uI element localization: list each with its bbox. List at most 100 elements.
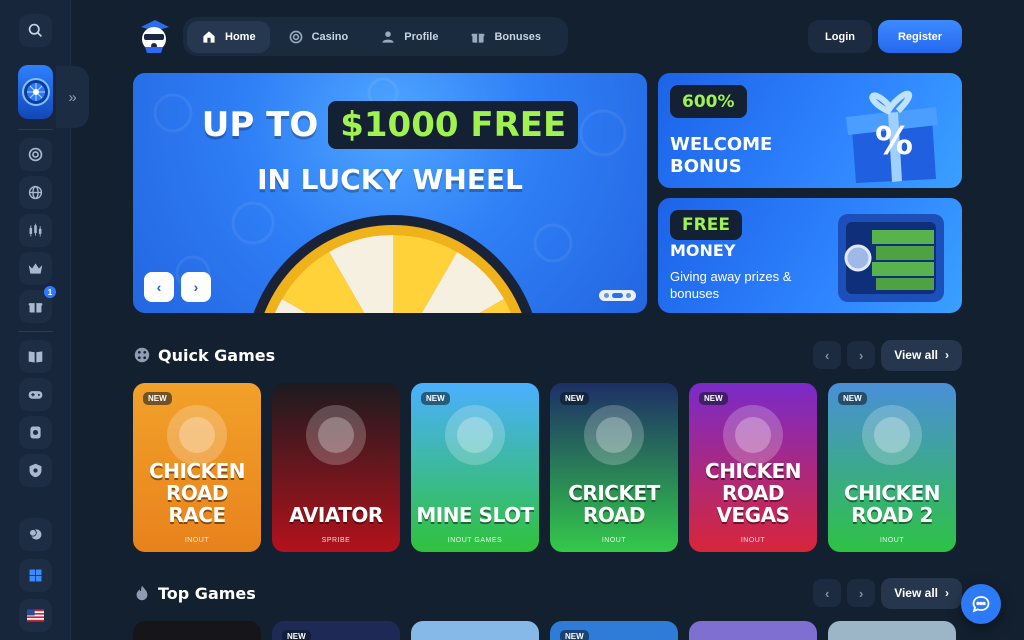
sidebar-item-windows-app[interactable] <box>19 559 52 592</box>
game-card[interactable]: NEW CHICKEN ROAD RACE INOUT <box>133 383 261 552</box>
game-card[interactable]: NEW <box>550 621 678 640</box>
sidebar-item-games[interactable] <box>19 378 52 411</box>
game-provider: INOUT <box>601 537 627 544</box>
game-artwork <box>306 405 366 465</box>
promo-percent: 600% <box>670 85 747 118</box>
fire-icon <box>136 585 148 601</box>
game-card[interactable] <box>133 621 261 640</box>
carousel-dot[interactable] <box>626 293 631 298</box>
casino-chip-icon <box>289 30 302 43</box>
carousel-indicator[interactable] <box>599 290 636 301</box>
crown-icon <box>28 263 43 274</box>
sidebar: » 1 <box>0 0 89 640</box>
game-provider: SPRIBE <box>321 537 351 544</box>
gift-icon <box>472 33 485 43</box>
hero-headline-prefix: UP TO <box>201 105 319 145</box>
game-provider: INOUT GAMES <box>447 537 503 544</box>
lucky-wheel-button[interactable] <box>18 65 53 119</box>
game-card[interactable]: NEW CHICKEN ROAD VEGAS INOUT <box>689 383 817 552</box>
notification-badge: 1 <box>44 286 56 298</box>
sidebar-item-guide[interactable] <box>19 340 52 373</box>
game-provider: INOUT <box>184 537 210 544</box>
sidebar-item-security[interactable] <box>19 454 52 487</box>
home-icon <box>203 30 215 43</box>
top-games-next-button[interactable]: › <box>847 579 876 607</box>
quick-games-next-button[interactable]: › <box>847 341 876 369</box>
sidebar-item-trading[interactable] <box>19 214 52 247</box>
login-button[interactable]: Login <box>808 20 872 53</box>
game-title: CHICKEN ROAD RACE <box>149 459 245 527</box>
hero-next-button[interactable]: › <box>181 272 211 302</box>
hero-banner[interactable]: UP TO $1000 FREE IN LUCKY WHEEL ‹ › <box>133 73 647 313</box>
chat-icon <box>972 596 990 613</box>
quick-games-header: Quick Games ‹ › View all › <box>133 339 962 371</box>
hero-prev-button[interactable]: ‹ <box>144 272 174 302</box>
top-games-prev-button[interactable]: ‹ <box>813 579 842 607</box>
game-provider: INOUT <box>740 537 766 544</box>
new-badge: NEW <box>560 392 589 405</box>
site-logo[interactable] <box>135 17 173 55</box>
gamepad-icon <box>28 391 43 399</box>
sidebar-item-casino[interactable] <box>19 138 52 171</box>
chevron-right-icon: › <box>945 348 949 362</box>
search-button[interactable] <box>19 14 52 47</box>
nav-home[interactable]: Home <box>187 20 270 53</box>
hero-amount: $1000 FREE <box>328 101 579 149</box>
nav-home-label: Home <box>225 30 256 43</box>
lucky-wheel-illustration <box>253 215 533 313</box>
new-badge: NEW <box>699 392 728 405</box>
game-card[interactable]: NEW <box>272 621 400 640</box>
us-flag-icon <box>27 609 44 622</box>
carousel-dot[interactable] <box>604 293 609 298</box>
language-selector[interactable] <box>19 599 52 632</box>
top-games-header: Top Games ‹ › View all › <box>133 577 962 609</box>
game-card[interactable]: NEW CRICKET ROAD INOUT <box>550 383 678 552</box>
chevron-right-icon: › <box>859 347 864 363</box>
hero-subheadline: IN LUCKY WHEEL <box>257 163 523 196</box>
wheel-icon <box>21 78 50 106</box>
promo-subtitle: Giving away prizes & bonuses <box>670 269 792 301</box>
promo-welcome-bonus[interactable]: 600% WELCOME BONUS % <box>658 73 962 188</box>
game-title: MINE SLOT <box>416 503 534 527</box>
sidebar-item-sports[interactable] <box>19 176 52 209</box>
carousel-dot-active[interactable] <box>612 293 623 298</box>
game-card[interactable]: AVIATOR SPRIBE <box>272 383 400 552</box>
live-chat-button[interactable] <box>961 584 1001 624</box>
promo-free-pill: FREE <box>670 210 742 240</box>
register-button[interactable]: Register <box>878 20 962 53</box>
nav-bonuses[interactable]: Bonuses <box>456 21 554 53</box>
promo-free-money[interactable]: FREE MONEY Giving away prizes & bonuses <box>658 198 962 313</box>
gift-box-percent-icon: % <box>846 90 938 183</box>
sidebar-item-support[interactable] <box>19 518 52 551</box>
quick-games-view-all[interactable]: View all › <box>881 339 962 371</box>
nav-profile[interactable]: Profile <box>366 21 452 53</box>
chevron-left-icon: ‹ <box>156 279 162 295</box>
sidebar-item-bonuses[interactable]: 1 <box>19 286 56 323</box>
quick-games-prev-button[interactable]: ‹ <box>813 341 842 369</box>
game-card[interactable] <box>828 621 956 640</box>
game-card[interactable]: NEW CHICKEN ROAD 2 INOUT <box>828 383 956 552</box>
top-games-view-all[interactable]: View all › <box>881 577 962 609</box>
chevrons-right-icon: » <box>68 88 77 106</box>
promo-title: MONEY <box>670 241 736 260</box>
game-card[interactable]: NEW MINE SLOT INOUT GAMES <box>411 383 539 552</box>
hero-headline: UP TO $1000 FREE <box>133 101 647 149</box>
nav-casino-label: Casino <box>311 30 349 43</box>
nav-bonuses-label: Bonuses <box>494 30 541 43</box>
ticket-icon <box>30 426 41 439</box>
sidebar-item-promotions[interactable] <box>19 416 52 449</box>
casino-chip-icon <box>28 147 43 162</box>
sidebar-expand-button[interactable]: » <box>56 66 89 128</box>
nav-casino[interactable]: Casino <box>274 21 363 53</box>
user-icon <box>382 30 394 43</box>
top-games-list: NEW NEW <box>133 621 956 640</box>
game-title: CHICKEN ROAD 2 <box>844 481 940 527</box>
sidebar-divider <box>18 331 53 332</box>
game-card[interactable] <box>411 621 539 640</box>
sidebar-item-vip[interactable] <box>19 252 52 285</box>
game-title: AVIATOR <box>289 503 383 527</box>
chat-bubbles-icon <box>29 528 42 540</box>
game-title: CHICKEN ROAD VEGAS <box>705 459 801 527</box>
section-title: Quick Games <box>158 345 276 365</box>
game-card[interactable] <box>689 621 817 640</box>
